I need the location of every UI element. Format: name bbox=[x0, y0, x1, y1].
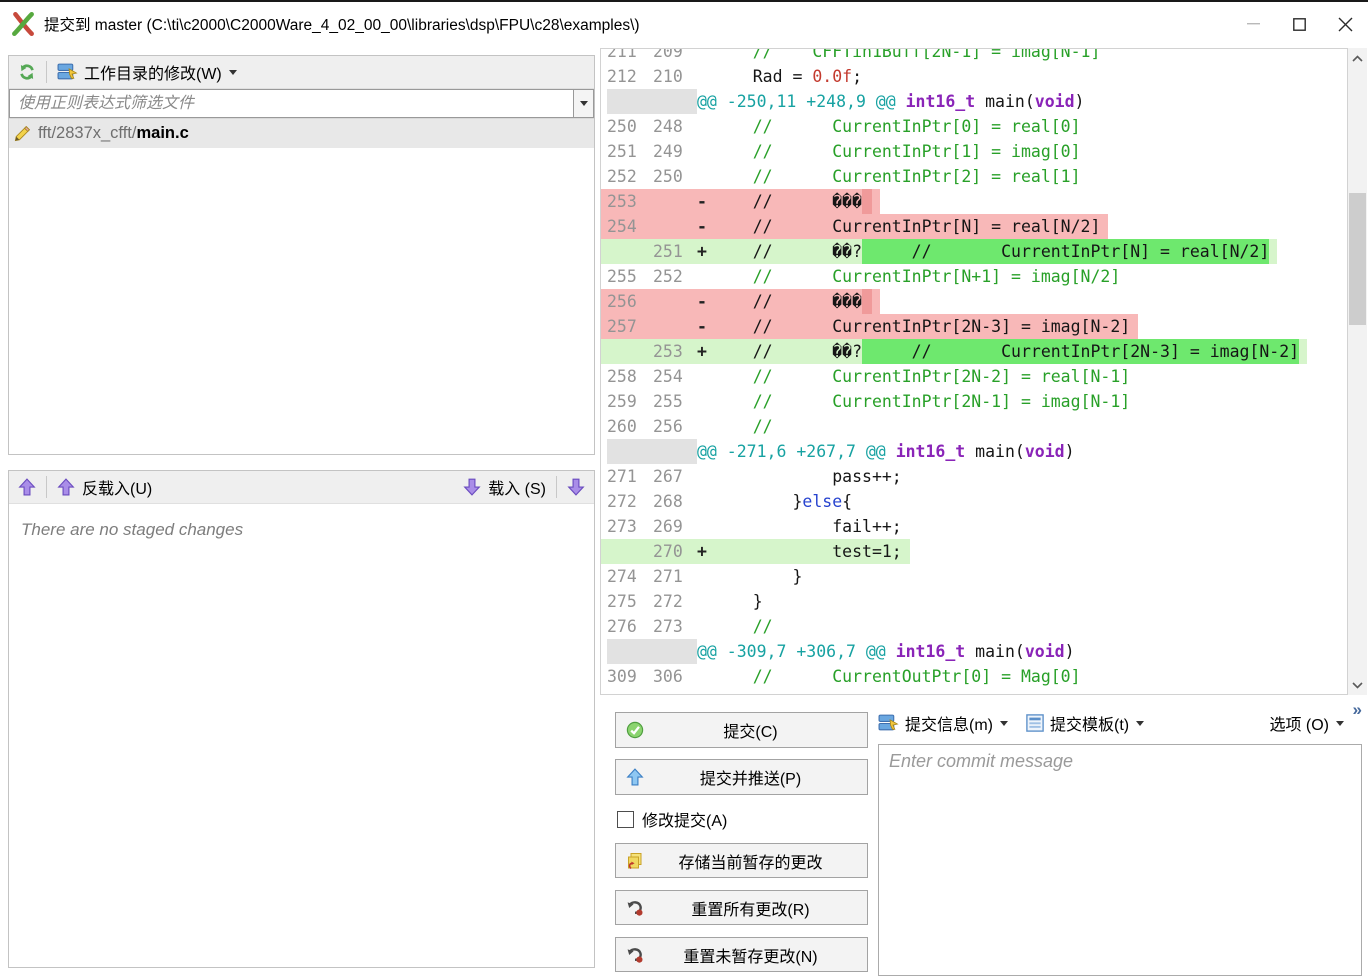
diff-line: 258254 // CurrentInPtr[2N-2] = real[N-1] bbox=[601, 364, 1138, 389]
diff-line: 255252 // CurrentInPtr[N+1] = imag[N/2] bbox=[601, 264, 1128, 289]
file-path-name: main.c bbox=[136, 124, 188, 143]
stash-button[interactable]: 存储当前暂存的更改 bbox=[615, 843, 868, 878]
amend-checkbox-row[interactable]: 修改提交(A) bbox=[617, 807, 727, 831]
diff-line: 271267 pass++; bbox=[601, 464, 910, 489]
unstage-button[interactable]: 反载入(U) bbox=[54, 473, 155, 501]
staged-empty-text: There are no staged changes bbox=[9, 504, 594, 556]
staged-panel: 反载入(U) 载入 (S) There are no staged change… bbox=[8, 470, 595, 968]
diff-line: 270+ test=1; bbox=[601, 539, 910, 564]
chevron-down-icon bbox=[229, 70, 237, 75]
diff-line: 309306 // CurrentOutPtr[0] = Mag[0] bbox=[601, 664, 1089, 689]
commit-message-input[interactable] bbox=[878, 744, 1362, 976]
diff-line: 272268 }else{ bbox=[601, 489, 860, 514]
diff-line: 253- // ��� bbox=[601, 189, 880, 214]
commit-button[interactable]: 提交(C) bbox=[615, 712, 868, 748]
chevron-down-icon bbox=[1336, 721, 1344, 726]
unstaged-header: 工作目录的修改(W) bbox=[9, 56, 594, 89]
filter-input[interactable] bbox=[9, 89, 573, 118]
stash-button-label: 存储当前暂存的更改 bbox=[644, 849, 857, 873]
options-menu-label: 选项 (O) bbox=[1269, 711, 1329, 735]
diff-line: @@ -309,7 +306,7 @@ int16_t main(void) bbox=[601, 639, 1083, 664]
window-title: 提交到 master (C:\ti\c2000\C2000Ware_4_02_0… bbox=[44, 13, 640, 35]
diff-line: 276273 // bbox=[601, 614, 781, 639]
unstaged-panel: 工作目录的修改(W) fft/2837x_cfft/main.c bbox=[8, 55, 595, 455]
diff-panel: 211209 // CFFTin1Buff[2N-1] = imag[N-1]2… bbox=[600, 48, 1348, 695]
scroll-down-icon[interactable] bbox=[1348, 675, 1367, 695]
diff-line: 273269 fail++; bbox=[601, 514, 910, 539]
stash-icon bbox=[626, 852, 644, 870]
commit-template-menu-label: 提交模板(t) bbox=[1050, 711, 1129, 735]
diff-line: 253+ // ��? // CurrentInPtr[2N-3] = imag… bbox=[601, 339, 1307, 364]
toolbar-separator bbox=[46, 61, 47, 83]
reset-unstaged-button[interactable]: 重置未暂存更改(N) bbox=[615, 937, 868, 972]
stage-icon-button[interactable] bbox=[564, 476, 588, 498]
diff-line: 275272 } bbox=[601, 589, 771, 614]
commit-message-menu-label: 提交信息(m) bbox=[905, 711, 993, 735]
commit-button-label: 提交(C) bbox=[644, 718, 857, 742]
amend-checkbox[interactable] bbox=[617, 811, 634, 828]
reset-all-button-label: 重置所有更改(R) bbox=[644, 896, 857, 920]
file-row[interactable]: fft/2837x_cfft/main.c bbox=[9, 119, 594, 148]
diff-line: 252250 // CurrentInPtr[2] = real[1] bbox=[601, 164, 1089, 189]
reset-unstaged-button-label: 重置未暂存更改(N) bbox=[644, 943, 857, 967]
diff-line: 274271 } bbox=[601, 564, 810, 589]
reset-all-button[interactable]: 重置所有更改(R) bbox=[615, 890, 868, 925]
unstaged-file-list: fft/2837x_cfft/main.c bbox=[9, 119, 594, 148]
file-path-dir: fft/2837x_cfft/ bbox=[38, 124, 136, 143]
diff-line: 251+ // ��? // CurrentInPtr[N] = real[N/… bbox=[601, 239, 1277, 264]
diff-line: 257- // CurrentInPtr[2N-3] = imag[N-2] bbox=[601, 314, 1138, 339]
toolbar-separator bbox=[556, 476, 557, 498]
stage-label: 载入 (S) bbox=[488, 475, 546, 499]
undo-icon bbox=[626, 899, 644, 917]
push-arrow-icon bbox=[626, 768, 644, 786]
unstage-label: 反载入(U) bbox=[82, 475, 152, 499]
diff-line: 251249 // CurrentInPtr[1] = imag[0] bbox=[601, 139, 1089, 164]
diff-line: 212210 Rad = 0.0f; bbox=[601, 64, 870, 89]
commit-push-button[interactable]: 提交并推送(P) bbox=[615, 759, 868, 795]
amend-label: 修改提交(A) bbox=[642, 807, 727, 831]
minimize-button[interactable] bbox=[1230, 2, 1276, 46]
chevron-down-icon bbox=[580, 101, 588, 106]
close-button[interactable] bbox=[1322, 2, 1368, 46]
undo-icon bbox=[626, 946, 644, 964]
toolbar-separator bbox=[46, 476, 47, 498]
commit-check-icon bbox=[626, 721, 644, 739]
diff-line: @@ -250,11 +248,9 @@ int16_t main(void) bbox=[601, 89, 1092, 114]
rescan-button[interactable] bbox=[15, 61, 39, 83]
toolbar-overflow-icon[interactable]: » bbox=[1353, 700, 1362, 720]
unstaged-header-label: 工作目录的修改(W) bbox=[84, 60, 222, 84]
git-gui-logo-icon bbox=[10, 11, 36, 37]
scroll-up-icon[interactable] bbox=[1348, 48, 1367, 68]
commit-message-menu[interactable]: 提交信息(m) bbox=[878, 711, 1008, 735]
diff-view: 211209 // CFFTin1Buff[2N-1] = imag[N-1]2… bbox=[601, 48, 1347, 689]
commit-template-menu[interactable]: 提交模板(t) bbox=[1026, 711, 1144, 735]
stage-button[interactable]: 载入 (S) bbox=[460, 473, 549, 501]
diff-scrollbar[interactable] bbox=[1348, 48, 1367, 695]
commit-push-button-label: 提交并推送(P) bbox=[644, 765, 857, 789]
options-menu[interactable]: 选项 (O) bbox=[1269, 711, 1344, 735]
staged-header: 反载入(U) 载入 (S) bbox=[9, 471, 594, 504]
diff-line: 254- // CurrentInPtr[N] = real[N/2] bbox=[601, 214, 1108, 239]
diff-line: @@ -271,6 +267,7 @@ int16_t main(void) bbox=[601, 439, 1083, 464]
scroll-thumb[interactable] bbox=[1349, 193, 1366, 325]
diff-line: 259255 // CurrentInPtr[2N-1] = imag[N-1] bbox=[601, 389, 1138, 414]
diff-line: 256- // ��� bbox=[601, 289, 880, 314]
unstage-icon-button[interactable] bbox=[15, 476, 39, 498]
unstaged-menu-button[interactable]: 工作目录的修改(W) bbox=[54, 58, 240, 86]
commit-message-toolbar: 提交信息(m) 提交模板(t) 选项 (O) bbox=[878, 706, 1348, 740]
filter-row bbox=[9, 89, 594, 119]
chevron-down-icon bbox=[1136, 721, 1144, 726]
filter-dropdown-button[interactable] bbox=[573, 89, 594, 118]
title-bar: 提交到 master (C:\ti\c2000\C2000Ware_4_02_0… bbox=[0, 0, 1368, 46]
diff-line: 250248 // CurrentInPtr[0] = real[0] bbox=[601, 114, 1089, 139]
diff-line: 260256 // bbox=[601, 414, 781, 439]
chevron-down-icon bbox=[1000, 721, 1008, 726]
diff-line: 211209 // CFFTin1Buff[2N-1] = imag[N-1] bbox=[601, 48, 1108, 64]
maximize-button[interactable] bbox=[1276, 2, 1322, 46]
